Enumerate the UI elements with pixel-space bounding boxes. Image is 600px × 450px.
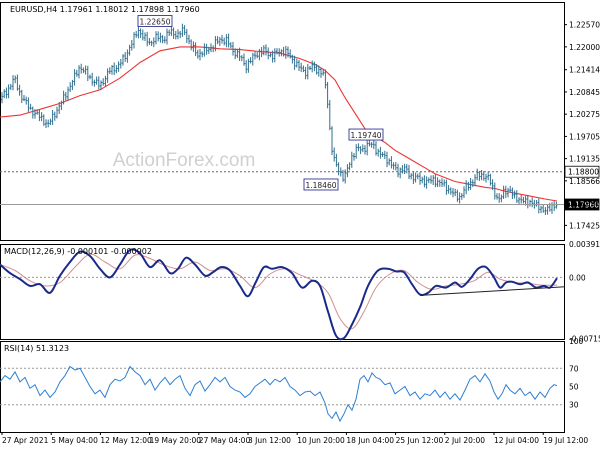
- xtick-label: 2 Jul 20:00: [445, 436, 485, 445]
- xtick-label: 19 May 20:00: [150, 436, 202, 445]
- price-ytick-label: 1.20275: [569, 110, 600, 119]
- xtick-label: 18 Jun 04:00: [346, 436, 394, 445]
- level-label: 1.18800: [568, 168, 599, 177]
- xtick-label: 3 Jun 12:00: [248, 436, 291, 445]
- rsi-ytick-label: 100: [569, 337, 584, 346]
- price-ytick-label: 1.22570: [569, 21, 600, 30]
- rsi-panel-title: RSI(14) 51.3123: [4, 344, 69, 353]
- xtick-label: 27 May 04:00: [199, 436, 251, 445]
- xtick-label: 19 Jul 12:00: [543, 436, 588, 445]
- price-panel-title: EURUSD,H4 1.17961 1.18012 1.17898 1.1796…: [10, 5, 200, 14]
- xtick-label: 25 Jun 12:00: [396, 436, 444, 445]
- price-annotation-label: 1.22650: [139, 18, 170, 27]
- price-ytick-label: 1.19705: [569, 132, 600, 141]
- eurusd-h4-chart: 1.188001.17960 0.0039170.00-0.007152 100…: [0, 0, 600, 450]
- rsi-ytick-label: 50: [569, 383, 579, 392]
- price-ytick-label: 1.18566: [569, 177, 600, 186]
- rsi-ytick-label: 30: [569, 401, 579, 410]
- xtick-label: 12 May 12:00: [100, 436, 152, 445]
- watermark: ActionForex.com: [113, 150, 256, 171]
- xtick-label: 12 Jul 04:00: [494, 436, 539, 445]
- xtick-label: 27 Apr 2021: [2, 436, 49, 445]
- price-ytick-label: 1.19135: [569, 155, 600, 164]
- price-annotation-label: 1.19740: [350, 131, 381, 140]
- rsi-ytick-label: 70: [569, 364, 579, 373]
- macd-panel-title: MACD(12,26,9) -0.000101 -0.000902: [4, 247, 152, 256]
- price-ytick-label: 1.22000: [569, 43, 600, 52]
- price-ytick-label: 1.17996: [569, 199, 600, 208]
- macd-ytick-label: 0.003917: [569, 240, 600, 249]
- price-ytick-label: 1.21414: [569, 66, 600, 75]
- price-ytick-label: 1.17425: [569, 221, 600, 230]
- price-annotation-label: 1.18460: [305, 181, 336, 190]
- xtick-label: 5 May 04:00: [51, 436, 98, 445]
- price-ytick-label: 1.20845: [569, 88, 600, 97]
- macd-ytick-label: 0.00: [569, 273, 586, 282]
- xtick-label: 10 Jun 20:00: [297, 436, 345, 445]
